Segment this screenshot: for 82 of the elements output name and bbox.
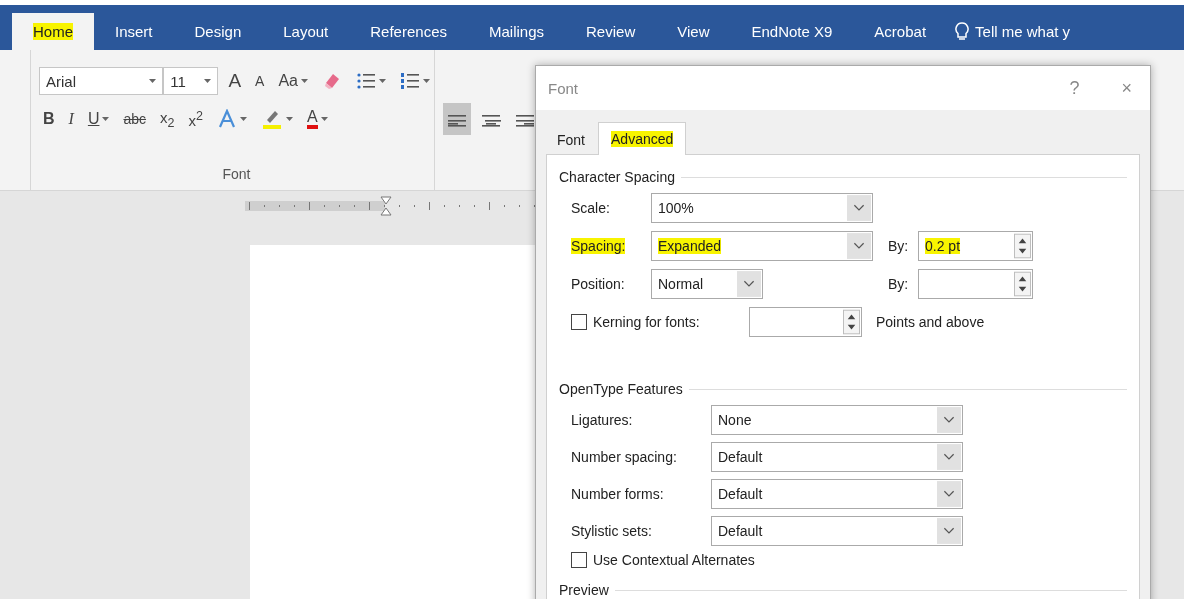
highlighter-icon <box>260 108 283 130</box>
caret-icon <box>239 116 247 122</box>
caret-icon <box>285 116 293 122</box>
field-label: Stylistic sets: <box>571 523 653 539</box>
caret-icon <box>149 78 157 84</box>
lightbulb-icon <box>955 21 970 42</box>
help-button[interactable]: ? <box>1063 77 1086 99</box>
grow-font-button[interactable]: A <box>224 65 246 97</box>
chevron-icon <box>847 195 871 221</box>
bold-button[interactable]: B <box>39 103 59 135</box>
font-size-field[interactable]: 11 <box>163 67 219 95</box>
underline-button[interactable]: U <box>83 103 114 135</box>
caret-icon <box>204 78 212 84</box>
chevron-icon <box>937 444 961 470</box>
numbered-list-icon <box>400 72 420 90</box>
field-label: Spacing: <box>571 238 626 254</box>
field-label: By: <box>887 276 910 292</box>
section-heading: Preview <box>559 582 609 598</box>
section-heading: Character Spacing <box>559 169 675 185</box>
font-color-button[interactable]: A <box>302 103 332 135</box>
text-effects-icon <box>216 109 237 129</box>
superscript-button[interactable]: x$^{2}$ <box>184 103 207 135</box>
ribbon-tab[interactable]: Layout <box>262 13 350 50</box>
feature-dropdown[interactable]: Default <box>711 479 963 509</box>
field-label: Number spacing: <box>571 449 678 465</box>
field-label: Position: <box>571 276 626 292</box>
spin-button[interactable] <box>1014 233 1031 259</box>
spacing-dropdown[interactable]: Expanded <box>651 231 873 261</box>
caret-icon <box>423 78 430 84</box>
subscript-button[interactable]: x$_{2}$ <box>156 103 179 135</box>
checkbox-label: Use Contextual Alternates <box>593 552 755 568</box>
tell-me-search[interactable]: Tell me what y <box>975 23 1071 40</box>
ribbon-tab[interactable]: Insert <box>94 13 174 50</box>
italic-button[interactable]: I <box>64 103 78 135</box>
field-label: Scale: <box>571 200 611 216</box>
by-spin-field[interactable] <box>918 269 1033 299</box>
dialog-tab[interactable]: Font <box>544 125 598 154</box>
checkbox[interactable] <box>571 552 587 568</box>
field-label: By: <box>887 238 910 254</box>
field-label: Ligatures: <box>571 412 634 428</box>
dialog-title: Font <box>548 79 579 97</box>
feature-dropdown[interactable]: None <box>711 405 963 435</box>
change-case-button[interactable]: Aa <box>274 65 312 97</box>
checkbox-label: Kerning for fonts: <box>593 314 701 330</box>
shrink-font-button[interactable]: A <box>251 65 269 97</box>
ribbon-tab[interactable]: Review <box>565 13 657 50</box>
eraser-icon <box>322 71 342 91</box>
feature-dropdown[interactable]: Default <box>711 442 963 472</box>
close-button[interactable]: × <box>1115 77 1138 99</box>
field-label: Points and above <box>876 314 985 330</box>
checkbox[interactable] <box>571 314 587 330</box>
caret-icon <box>320 116 328 122</box>
ribbon-tab[interactable]: Mailings <box>468 13 566 50</box>
strikethrough-button[interactable]: abc <box>119 103 151 135</box>
chevron-icon <box>937 481 961 507</box>
ribbon-tab[interactable]: Acrobat <box>853 13 948 50</box>
bullet-list-icon <box>356 72 376 90</box>
dialog-tab[interactable]: Advanced <box>598 122 687 155</box>
ribbon-tab[interactable]: References <box>349 13 468 50</box>
chevron-icon <box>847 233 871 259</box>
field-label: Number forms: <box>571 486 665 502</box>
scale-dropdown[interactable]: 100% <box>651 193 873 223</box>
ribbon-tab[interactable]: Home <box>12 13 94 50</box>
spin-button[interactable] <box>843 309 860 335</box>
chevron-icon <box>937 407 961 433</box>
ribbon-tab[interactable]: View <box>656 13 731 50</box>
kerning-spin-field[interactable] <box>749 307 862 337</box>
chevron-icon <box>737 271 761 297</box>
feature-dropdown[interactable]: Default <box>711 516 963 546</box>
caret-icon <box>102 116 110 122</box>
ribbon-tab[interactable]: Design <box>173 13 263 50</box>
position-dropdown[interactable]: Normal <box>651 269 763 299</box>
chevron-icon <box>937 518 961 544</box>
by-spin-field[interactable]: 0.2 pt <box>918 231 1033 261</box>
ribbon-tab[interactable]: EndNote X9 <box>730 13 854 50</box>
align-left-button[interactable] <box>443 103 471 135</box>
font-name-field[interactable]: Arial <box>39 67 164 95</box>
group-label: Font <box>221 166 252 182</box>
section-heading: OpenType Features <box>559 381 683 397</box>
spin-button[interactable] <box>1014 271 1031 297</box>
caret-icon <box>301 78 308 84</box>
caret-icon <box>379 78 386 84</box>
